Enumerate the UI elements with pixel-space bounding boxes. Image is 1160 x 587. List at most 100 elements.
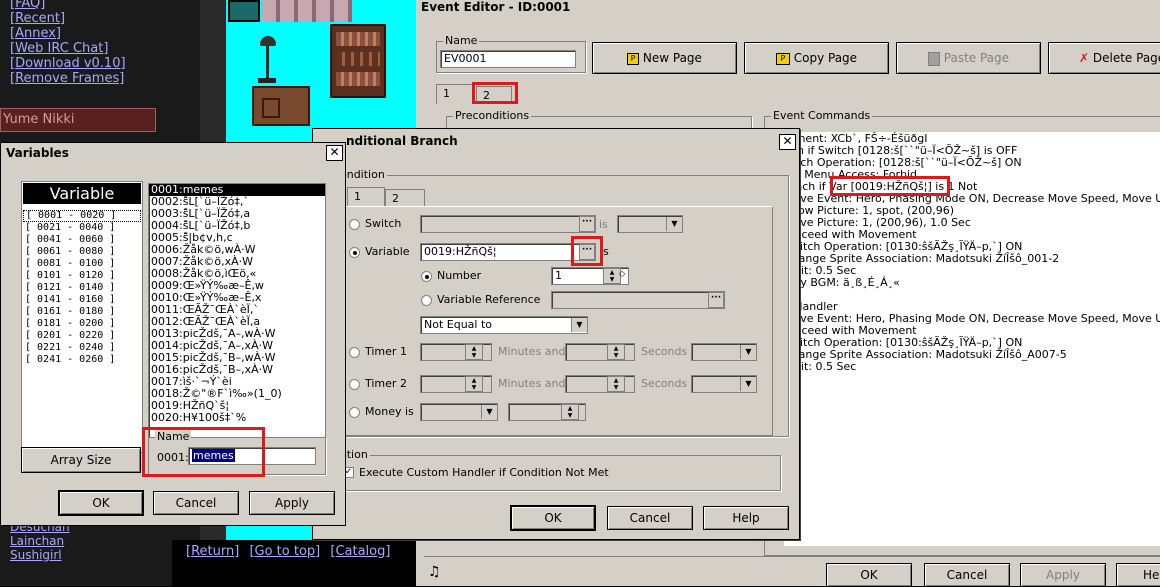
delete-page-button[interactable]: ✗ Delete Page [1048, 42, 1160, 74]
timer1-seconds-label: Seconds [641, 345, 688, 358]
variable-range-item[interactable]: [ 0181 - 0200 ] [23, 318, 141, 330]
variable-reference-field[interactable] [551, 291, 725, 309]
variables-cancel-button[interactable]: Cancel [153, 491, 239, 515]
variable-range-item[interactable]: [ 0161 - 0180 ] [23, 306, 141, 318]
footer-link-catalog[interactable]: [Catalog] [330, 544, 390, 559]
branch-ok-button[interactable]: OK [510, 505, 596, 531]
branch-help-button[interactable]: Help [703, 506, 789, 530]
timer2-compare-select[interactable]: ▼ [691, 375, 757, 393]
site-links: [FAQ] [Recent] [Annex] [Web IRC Chat] [D… [10, 0, 126, 86]
bookshelf-sprite [330, 24, 386, 98]
paste-page-button[interactable]: Paste Page [896, 42, 1041, 74]
variable-range-item[interactable]: [ 0221 - 0240 ] [23, 342, 141, 354]
link-irc[interactable]: [Web IRC Chat] [10, 41, 126, 56]
chevron-down-icon[interactable]: ▼ [571, 318, 587, 332]
branch-cancel-button[interactable]: Cancel [607, 506, 693, 530]
link-download[interactable]: [Download v0.10] [10, 56, 126, 71]
variable-field[interactable]: 0019:HŽñQš¦ [420, 243, 596, 261]
switch-state-select[interactable]: ▼ [617, 215, 683, 233]
timer1-radio[interactable] [349, 347, 360, 358]
link-sushigirl[interactable]: Sushigirl [10, 548, 70, 562]
tileset-tile [228, 0, 260, 22]
editor-help-button[interactable]: He [1116, 563, 1160, 587]
timer2-minutes-stepper[interactable]: ▲ ▼ [465, 376, 483, 392]
close-icon[interactable]: ✕ [326, 145, 343, 161]
switch-field[interactable] [420, 215, 596, 233]
timer1-minutes-and-label: Minutes and [498, 345, 566, 358]
board-item-yume-nikki[interactable]: Yume Nikki [0, 108, 156, 132]
editor-apply-button[interactable]: Apply [1020, 563, 1106, 587]
event-command-row[interactable]: Play BGM: ä¸ß¸É¸Á¸« [784, 277, 1160, 289]
page-tab-2-highlight [472, 82, 518, 104]
condition-tab-1[interactable]: 1 [347, 187, 385, 207]
money-stepper[interactable]: ▲ ▼ [561, 404, 579, 420]
link-lainchan[interactable]: Lainchan [10, 534, 70, 548]
variable-list-item[interactable]: 0020:H¥100š‡`% [149, 412, 325, 424]
new-page-icon: P [627, 52, 640, 65]
event-command-row[interactable]: Wait: 0.5 Sec [784, 361, 1160, 373]
copy-page-icon: P [775, 52, 790, 65]
conditional-branch-title: nditional Branch [346, 134, 458, 148]
paste-page-icon [927, 51, 940, 66]
timer1-minutes-stepper[interactable]: ▲ ▼ [465, 344, 483, 360]
event-command-row[interactable] [784, 289, 1160, 301]
money-label: Money is [365, 405, 414, 418]
name-label: Name [443, 34, 480, 47]
array-size-button[interactable]: Array Size [21, 447, 141, 473]
variables-title: Variables [6, 146, 69, 160]
variable-range-item[interactable]: [ 0041 - 0060 ] [23, 234, 141, 246]
copy-page-button[interactable]: P Copy Page [744, 42, 889, 74]
timer2-radio[interactable] [349, 379, 360, 390]
condition-tab-2[interactable]: 2 [385, 189, 425, 207]
page-tab-1[interactable]: 1 [436, 84, 474, 104]
number-radio[interactable] [421, 271, 432, 282]
switch-browse-button[interactable]: ··· [579, 216, 595, 232]
variables-ok-button[interactable]: OK [58, 490, 144, 516]
variables-apply-button[interactable]: Apply [249, 491, 335, 515]
close-icon[interactable]: ✕ [779, 134, 796, 150]
variable-range-item[interactable]: [ 0121 - 0140 ] [23, 282, 141, 294]
variable-range-list[interactable]: [ 0001 - 0020 ][ 0021 - 0040 ][ 0041 - 0… [23, 210, 141, 366]
timer2-seconds-stepper[interactable]: ▲ ▼ [607, 376, 625, 392]
variable-range-item[interactable]: [ 0081 - 0100 ] [23, 258, 141, 270]
link-remove-frames[interactable]: [Remove Frames] [10, 71, 126, 86]
event-editor-title: Event Editor - ID:0001 [421, 0, 571, 14]
variable-range-item[interactable]: [ 0241 - 0260 ] [23, 354, 141, 366]
variable-range-item[interactable]: [ 0061 - 0080 ] [23, 246, 141, 258]
number-arrow-icon: ◇ [619, 269, 626, 278]
event-name-input[interactable]: EV0001 [440, 50, 576, 68]
link-annex[interactable]: [Annex] [10, 26, 126, 41]
variable-range-item[interactable]: [ 0201 - 0220 ] [23, 330, 141, 342]
music-note-icon[interactable]: ♫ [428, 564, 441, 580]
money-compare-select[interactable]: ▼ [420, 403, 498, 421]
conditional-branch-dialog: nditional Branch ✕ ondition 1 2 Switch ·… [312, 128, 800, 540]
comparison-select[interactable]: Not Equal to [420, 316, 588, 334]
variable-range-item[interactable]: [ 0001 - 0020 ] [23, 210, 141, 222]
variable-reference-radio[interactable] [421, 295, 432, 306]
footer-link-top[interactable]: [Go to top] [249, 544, 320, 559]
editor-cancel-button[interactable]: Cancel [924, 563, 1010, 587]
link-recent[interactable]: [Recent] [10, 11, 126, 26]
event-command-row[interactable] [784, 373, 1160, 385]
timer2-label: Timer 2 [365, 377, 407, 390]
footer-link-return[interactable]: [Return] [186, 544, 239, 559]
variable-range-item[interactable]: [ 0021 - 0040 ] [23, 222, 141, 234]
chevron-down-icon: ▼ [740, 377, 756, 391]
timer1-seconds-stepper[interactable]: ▲ ▼ [607, 344, 625, 360]
editor-ok-button[interactable]: OK [826, 563, 912, 587]
variable-range-item[interactable]: [ 0141 - 0160 ] [23, 294, 141, 306]
timer2-seconds-label: Seconds [641, 377, 688, 390]
timer1-compare-select[interactable]: ▼ [691, 343, 757, 361]
variables-dialog: Variables ✕ Variable [ 0001 - 0020 ][ 00… [0, 142, 346, 526]
variable-radio[interactable] [349, 247, 360, 258]
new-page-button[interactable]: P New Page [592, 42, 737, 74]
variable-reference-browse-button[interactable]: ··· [708, 292, 724, 308]
money-radio[interactable] [349, 407, 360, 418]
variable-range-item[interactable]: [ 0101 - 0120 ] [23, 270, 141, 282]
variable-is-label: s [603, 245, 609, 258]
event-command-row[interactable]: d [784, 385, 1160, 397]
link-faq[interactable]: [FAQ] [10, 0, 126, 11]
event-commands-label: Event Commands [771, 109, 873, 122]
timer2-minutes-and-label: Minutes and [498, 377, 566, 390]
switch-radio[interactable] [349, 219, 360, 230]
